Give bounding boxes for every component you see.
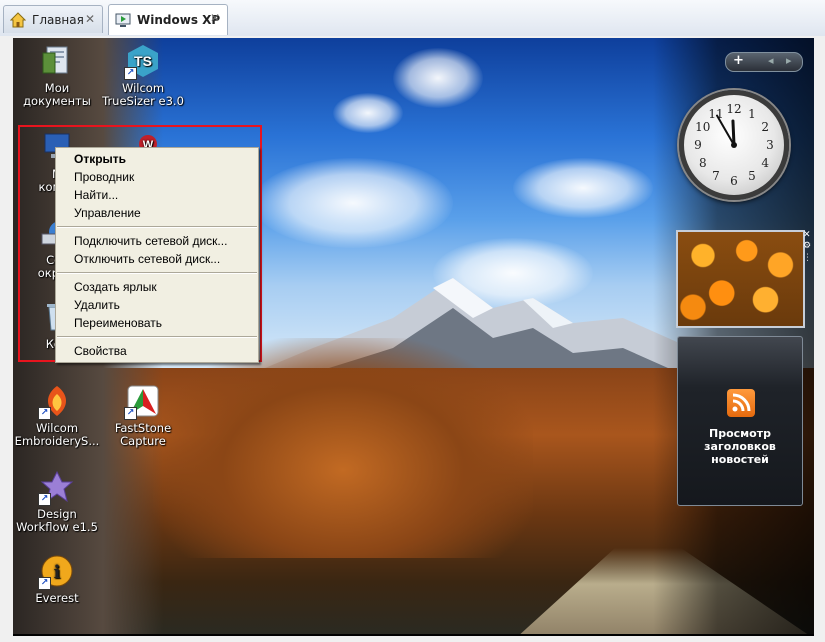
icon-label: TrueSizer e3.0 <box>102 94 184 108</box>
desktop-icon-wilcom-embroidery[interactable]: ↗ Wilcom EmbroideryS... <box>13 384 103 448</box>
vm-icon <box>115 13 131 27</box>
clock-numeral: 3 <box>766 138 774 152</box>
icon-label: EmbroideryS... <box>14 434 100 448</box>
drag-handle-icon[interactable]: ⋮ <box>803 252 813 264</box>
clock-numeral: 1 <box>748 107 756 121</box>
wallpaper-cloud <box>513 158 653 218</box>
desktop-icon-everest[interactable]: i ↗ Everest <box>13 554 103 605</box>
taskbar-edge <box>13 634 814 636</box>
sidebar-controls: + ◂ ▸ <box>725 52 803 72</box>
clock-face: 12 12 3 45678 9 1011 <box>694 102 774 188</box>
tab-bar: Главная ✕ Windows XP ✕ <box>0 0 825 37</box>
tab-windows-xp[interactable]: Windows XP ✕ <box>108 4 228 35</box>
close-icon[interactable]: ✕ <box>84 13 96 25</box>
rss-icon <box>727 389 755 417</box>
close-icon[interactable]: ✕ <box>209 12 221 24</box>
clock-numeral: 9 <box>694 138 702 152</box>
shortcut-arrow-icon: ↗ <box>124 67 137 80</box>
desktop-icon-wilcom-truesizer[interactable]: TS ↗ Wilcom TrueSizer e3.0 <box>97 44 189 108</box>
menu-separator <box>57 336 257 338</box>
home-icon <box>10 11 26 27</box>
menu-item-rename[interactable]: Переименовать <box>56 314 258 332</box>
menu-separator <box>57 272 257 274</box>
icon-label: Everest <box>35 591 79 605</box>
add-gadget-button[interactable]: + <box>733 53 744 68</box>
wallpaper-cloud <box>393 48 483 108</box>
menu-separator <box>57 226 257 228</box>
gadget-toolbar: ✕ ⚙ ⋮ <box>803 230 813 270</box>
menu-item-search[interactable]: Найти... <box>56 186 258 204</box>
shortcut-arrow-icon: ↗ <box>38 577 51 590</box>
context-menu: Открыть Проводник Найти... Управление По… <box>55 147 259 363</box>
my-documents-icon <box>42 46 68 74</box>
clock-numeral: 8 <box>699 156 707 170</box>
svg-text:i: i <box>54 562 61 583</box>
clock-hour-hand <box>731 119 736 147</box>
clock-minute-hand <box>716 114 735 146</box>
clock-gadget[interactable]: 12 1 2 3 4 5 6 7 8 9 10 11 <box>679 90 789 200</box>
sidebar-next-button[interactable]: ▸ <box>786 54 792 67</box>
shortcut-arrow-icon: ↗ <box>124 407 137 420</box>
wallpaper-forest-center <box>153 338 533 558</box>
clock-numeral: 10 <box>695 120 710 134</box>
guest-desktop[interactable]: Мои документы TS ↗ Wilcom TrueSizer e3.0… <box>13 38 814 636</box>
feed-headlines-gadget[interactable]: Просмотр заголовков новостей <box>677 336 803 506</box>
menu-item-properties[interactable]: Свойства <box>56 342 258 360</box>
clock-numeral: 6 <box>730 174 738 188</box>
shortcut-arrow-icon: ↗ <box>38 493 51 506</box>
clock-numeral: 7 <box>712 169 720 183</box>
sidebar-prev-button[interactable]: ◂ <box>768 54 774 67</box>
icon-label: Capture <box>120 434 166 448</box>
menu-item-create-shortcut[interactable]: Создать ярлык <box>56 278 258 296</box>
desktop-icon-design-workflow[interactable]: ↗ Design Workflow e1.5 <box>13 470 103 534</box>
clock-numeral: 12 <box>726 102 741 116</box>
clock-numeral: 2 <box>761 120 769 134</box>
feed-gadget-title: Просмотр заголовков новостей <box>704 427 776 466</box>
clock-center <box>731 142 737 148</box>
menu-item-map-network-drive[interactable]: Подключить сетевой диск... <box>56 232 258 250</box>
tab-home[interactable]: Главная ✕ <box>3 5 103 33</box>
tab-label: Главная <box>32 12 84 27</box>
menu-item-disconnect-network-drive[interactable]: Отключить сетевой диск... <box>56 250 258 268</box>
icon-label: Workflow e1.5 <box>16 520 98 534</box>
clock-numeral: 11 <box>708 107 723 121</box>
desktop-icon-my-documents[interactable]: Мои документы <box>13 44 103 108</box>
icon-label: документы <box>23 94 91 108</box>
menu-item-explorer[interactable]: Проводник <box>56 168 258 186</box>
wallpaper-cloud <box>333 93 403 133</box>
menu-item-manage[interactable]: Управление <box>56 204 258 222</box>
close-icon[interactable]: ✕ <box>803 230 813 240</box>
slideshow-gadget[interactable] <box>676 230 805 328</box>
tab-label: Windows XP <box>137 13 221 27</box>
clock-numeral: 5 <box>748 169 756 183</box>
menu-item-open[interactable]: Открыть <box>56 150 258 168</box>
shortcut-arrow-icon: ↗ <box>38 407 51 420</box>
wrench-icon[interactable]: ⚙ <box>803 240 813 252</box>
wallpaper-cloud <box>253 158 453 248</box>
menu-item-delete[interactable]: Удалить <box>56 296 258 314</box>
desktop-icon-faststone-capture[interactable]: ↗ FastStone Capture <box>97 384 189 448</box>
clock-numeral: 4 <box>761 156 769 170</box>
